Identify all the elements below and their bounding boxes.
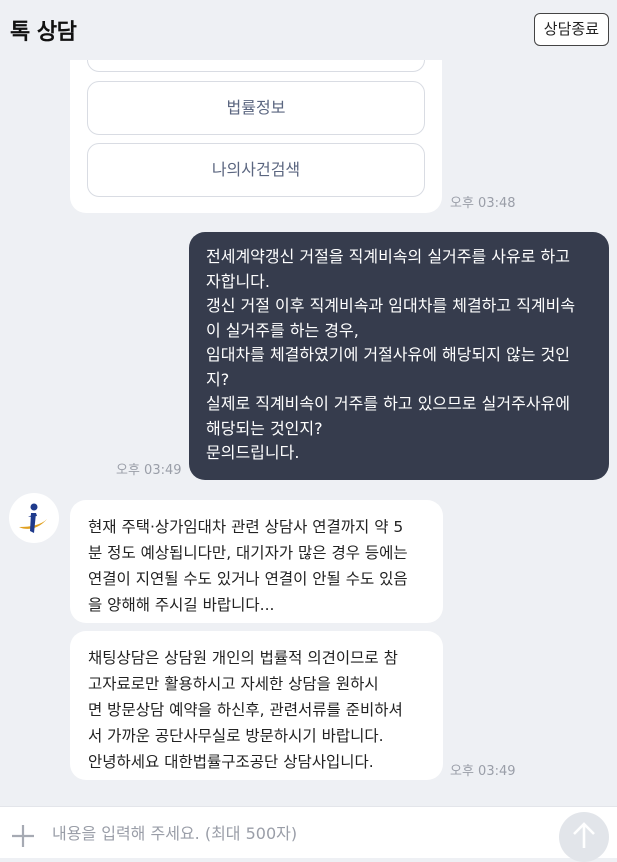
message-input[interactable] <box>52 818 542 848</box>
message-line: 현재 주택·상가임대차 관련 상담사 연결까지 약 5 <box>88 518 404 536</box>
plus-icon[interactable] <box>10 823 36 849</box>
message-line: 갱신 거절 이후 직계비속과 임대차를 체결하고 직계비속 <box>206 296 576 315</box>
menu-button-case-search[interactable]: 나의사건검색 <box>87 143 425 197</box>
message-line: 연결이 지연될 수도 있거나 연결이 안될 수도 있음 <box>88 570 408 588</box>
message-time: 오후 03:49 <box>450 764 516 779</box>
page-title: 톡 상담 <box>10 20 77 45</box>
send-button[interactable] <box>559 812 609 862</box>
chat-area[interactable]: 법률정보 나의사건검색 오후 03:48 오후 03:49 전세계약갱신 거절을… <box>0 0 617 806</box>
message-line: 서 가까운 공단사무실로 방문하시기 바랍니다. <box>88 727 384 745</box>
message-line: 지? <box>206 369 230 389</box>
end-consultation-button[interactable]: 상담종료 <box>533 13 609 46</box>
user-message-bubble: 전세계약갱신 거절을 직계비속의 실거주를 사유로 하고 자합니다. 갱신 거절… <box>189 232 609 480</box>
message-line: 임대차를 체결하였기에 거절사유에 해당되지 않는 것인 <box>206 345 570 364</box>
message-line: 채팅상담은 상담원 개인의 법률적 의견이므로 참 <box>88 649 398 667</box>
bot-message-bubble: 채팅상담은 상담원 개인의 법률적 의견이므로 참 고자료로만 활용하시고 자세… <box>70 631 443 780</box>
agency-logo-icon <box>9 493 59 543</box>
message-line: 자합니다. <box>206 271 270 291</box>
message-line: 안녕하세요 대한법률구조공단 상담사입니다. <box>88 753 374 771</box>
message-time: 오후 03:48 <box>450 196 516 211</box>
message-time: 오후 03:49 <box>116 463 182 478</box>
message-line: 이 실거주를 하는 경우, <box>206 320 359 340</box>
message-line: 전세계약갱신 거절을 직계비속의 실거주를 사유로 하고 <box>206 247 570 266</box>
menu-button-legal-info[interactable]: 법률정보 <box>87 81 425 135</box>
message-line: 해당되는 것인지? <box>206 418 323 438</box>
message-line: 을 양해해 주시길 바랍니다... <box>88 596 275 614</box>
message-line: 고자료로만 활용하시고 자세한 상담을 원하시 <box>88 675 379 693</box>
message-line: 분 정도 예상됩니다만, 대기자가 많은 경우 등에는 <box>88 544 408 562</box>
message-line: 실제로 직계비속이 거주를 하고 있으므로 실거주사유에 <box>206 394 570 413</box>
message-line: 면 방문상담 예약을 하신후, 관련서류를 준비하셔 <box>88 701 403 719</box>
message-line: 문의드립니다. <box>206 443 300 462</box>
header: 톡 상담 상담종료 <box>0 0 617 60</box>
arrow-up-icon <box>573 822 595 848</box>
bot-message-bubble: 현재 주택·상가임대차 관련 상담사 연결까지 약 5 분 정도 예상됩니다만,… <box>70 500 443 623</box>
message-input-bar <box>0 806 617 858</box>
